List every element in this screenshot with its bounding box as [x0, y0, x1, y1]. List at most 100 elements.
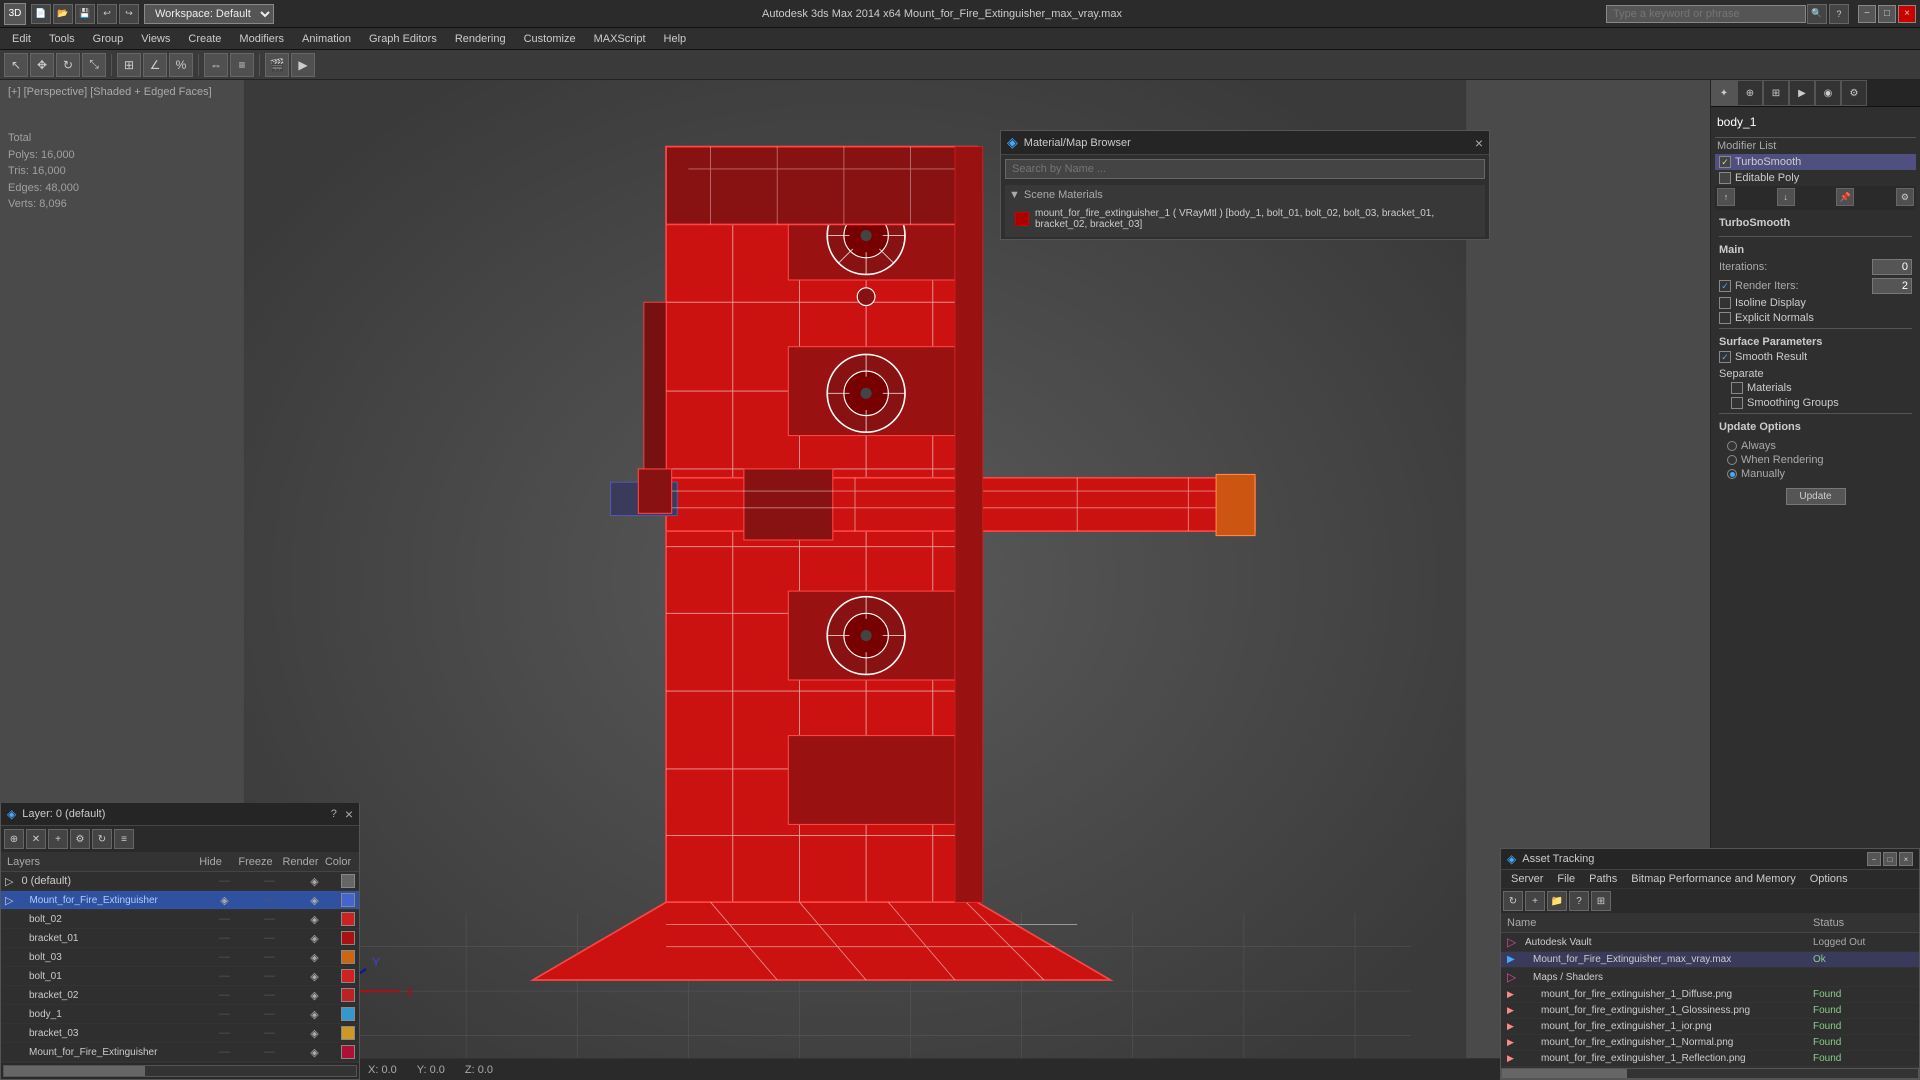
percent-snap[interactable]: % [169, 53, 193, 77]
modifier-down-btn[interactable]: ↓ [1777, 188, 1795, 206]
asset-add-btn[interactable]: + [1525, 891, 1545, 911]
modifier-editable-poly-check[interactable] [1719, 172, 1731, 184]
layer-row-default[interactable]: ▷ 0 (default) — — ◈ [1, 872, 359, 891]
layer-row-bracket01[interactable]: bracket_01 — — ◈ [1, 929, 359, 948]
angle-snap[interactable]: ∠ [143, 53, 167, 77]
redo-button[interactable]: ↪ [119, 4, 139, 24]
asset-menu-paths[interactable]: Paths [1583, 871, 1623, 887]
maximize-button[interactable]: □ [1878, 5, 1896, 23]
mat-browser-close[interactable]: × [1475, 135, 1483, 151]
asset-row-diffuse[interactable]: ▶ mount_for_fire_extinguisher_1_Diffuse.… [1501, 987, 1919, 1003]
layer-row-bolt03[interactable]: bolt_03 — — ◈ [1, 948, 359, 967]
menu-customize[interactable]: Customize [516, 31, 584, 47]
menu-help[interactable]: Help [656, 31, 695, 47]
modifier-editable-poly[interactable]: Editable Poly [1715, 170, 1916, 186]
asset-menu-file[interactable]: File [1551, 871, 1581, 887]
modifier-pin-btn[interactable]: 📌 [1836, 188, 1854, 206]
asset-row-vault[interactable]: ▷ Autodesk Vault Logged Out [1501, 933, 1919, 952]
new-button[interactable]: 📄 [31, 4, 51, 24]
menu-graph-editors[interactable]: Graph Editors [361, 31, 445, 47]
search-button[interactable]: 🔍 [1807, 4, 1827, 24]
ts-render-iters-checkbox[interactable] [1719, 280, 1731, 292]
ts-smoothing-groups-checkbox[interactable] [1731, 397, 1743, 409]
layers-delete-btn[interactable]: ✕ [26, 829, 46, 849]
open-button[interactable]: 📂 [53, 4, 73, 24]
layer-row-mount[interactable]: ▷ Mount_for_Fire_Extinguisher ◈ — ◈ [1, 891, 359, 910]
asset-minimize-btn[interactable]: − [1867, 852, 1881, 866]
asset-menu-options[interactable]: Options [1804, 871, 1854, 887]
menu-maxscript[interactable]: MAXScript [586, 31, 654, 47]
layers-refresh-btn[interactable]: ↻ [92, 829, 112, 849]
layer-row-bracket03[interactable]: bracket_03 — — ◈ [1, 1024, 359, 1043]
layers-panel-close[interactable]: × [345, 806, 353, 822]
layer-row-body1[interactable]: body_1 — — ◈ [1, 1005, 359, 1024]
layer-row-bracket02[interactable]: bracket_02 — — ◈ [1, 986, 359, 1005]
ts-always-radio[interactable] [1727, 441, 1737, 451]
render-setup[interactable]: 🎬 [265, 53, 289, 77]
menu-animation[interactable]: Animation [294, 31, 359, 47]
ts-when-rendering-radio[interactable] [1727, 455, 1737, 465]
modifier-turbosmooth[interactable]: ✓ TurboSmooth [1715, 154, 1916, 170]
menu-modifiers[interactable]: Modifiers [231, 31, 292, 47]
ts-isoline-checkbox[interactable] [1719, 297, 1731, 309]
menu-edit[interactable]: Edit [4, 31, 39, 47]
asset-refresh-btn[interactable]: ↻ [1503, 891, 1523, 911]
align-tool[interactable]: ≡ [230, 53, 254, 77]
asset-row-glossiness[interactable]: ▶ mount_for_fire_extinguisher_1_Glossine… [1501, 1003, 1919, 1019]
save-button[interactable]: 💾 [75, 4, 95, 24]
asset-row-ior[interactable]: ▶ mount_for_fire_extinguisher_1_ior.png … [1501, 1019, 1919, 1035]
layers-help-button[interactable]: ? [331, 808, 337, 820]
asset-menu-bitmap-perf[interactable]: Bitmap Performance and Memory [1625, 871, 1801, 887]
search-input[interactable] [1606, 5, 1806, 23]
modifier-turbosmooth-check[interactable]: ✓ [1719, 156, 1731, 168]
ts-update-button[interactable]: Update [1786, 488, 1846, 505]
asset-row-normal[interactable]: ▶ mount_for_fire_extinguisher_1_Normal.p… [1501, 1035, 1919, 1051]
right-tab-create[interactable]: ✦ [1711, 80, 1737, 106]
undo-button[interactable]: ↩ [97, 4, 117, 24]
mat-search-input[interactable] [1005, 159, 1485, 179]
workspace-selector[interactable]: Workspace: Default [144, 4, 274, 24]
menu-create[interactable]: Create [180, 31, 229, 47]
right-tab-hierarchy[interactable]: ⊞ [1763, 80, 1789, 106]
asset-missing-btn[interactable]: ? [1569, 891, 1589, 911]
asset-row-max-file[interactable]: ▶ Mount_for_Fire_Extinguisher_max_vray.m… [1501, 952, 1919, 968]
layers-create-btn[interactable]: ⊕ [4, 829, 24, 849]
layers-more-btn[interactable]: ≡ [114, 829, 134, 849]
asset-restore-btn[interactable]: □ [1883, 852, 1897, 866]
close-button[interactable]: × [1898, 5, 1916, 23]
mirror-tool[interactable]: ⇔ [204, 53, 228, 77]
menu-group[interactable]: Group [85, 31, 132, 47]
right-tab-display[interactable]: ◉ [1815, 80, 1841, 106]
ts-explicit-normals-checkbox[interactable] [1719, 312, 1731, 324]
layers-add-obj-btn[interactable]: + [48, 829, 68, 849]
layers-scrollbar[interactable] [1, 1062, 359, 1079]
asset-grid-btn[interactable]: ⊞ [1591, 891, 1611, 911]
asset-scroll-thumb[interactable] [1502, 1069, 1627, 1078]
ts-iterations-input[interactable] [1872, 259, 1912, 275]
ts-smooth-result-checkbox[interactable] [1719, 351, 1731, 363]
layer-row-bolt01[interactable]: bolt_01 — — ◈ [1, 967, 359, 986]
menu-rendering[interactable]: Rendering [447, 31, 514, 47]
asset-row-reflection[interactable]: ▶ mount_for_fire_extinguisher_1_Reflecti… [1501, 1051, 1919, 1067]
modifier-config-btn[interactable]: ⚙ [1896, 188, 1914, 206]
minimize-button[interactable]: − [1858, 5, 1876, 23]
scale-tool[interactable]: ⤡ [82, 53, 106, 77]
right-tab-modify[interactable]: ⊕ [1737, 80, 1763, 106]
asset-scrollbar[interactable] [1501, 1067, 1919, 1079]
snap-toggle[interactable]: ⊞ [117, 53, 141, 77]
right-tab-motion[interactable]: ▶ [1789, 80, 1815, 106]
ts-materials-checkbox[interactable] [1731, 382, 1743, 394]
ts-render-iters-input[interactable] [1872, 278, 1912, 294]
menu-tools[interactable]: Tools [41, 31, 83, 47]
asset-scroll-track[interactable] [1501, 1068, 1919, 1079]
render-button[interactable]: ▶ [291, 53, 315, 77]
layers-scroll-track[interactable] [3, 1065, 357, 1077]
right-tab-utilities[interactable]: ⚙ [1841, 80, 1867, 106]
rotate-tool[interactable]: ↻ [56, 53, 80, 77]
select-tool[interactable]: ↖ [4, 53, 28, 77]
layer-row-mount2[interactable]: Mount_for_Fire_Extinguisher — — ◈ [1, 1043, 359, 1062]
mat-item-vray[interactable]: mount_for_fire_extinguisher_1 ( VRayMtl … [1009, 205, 1481, 233]
modifier-up-btn[interactable]: ↑ [1717, 188, 1735, 206]
asset-folder-btn[interactable]: 📁 [1547, 891, 1567, 911]
layers-settings-btn[interactable]: ⚙ [70, 829, 90, 849]
